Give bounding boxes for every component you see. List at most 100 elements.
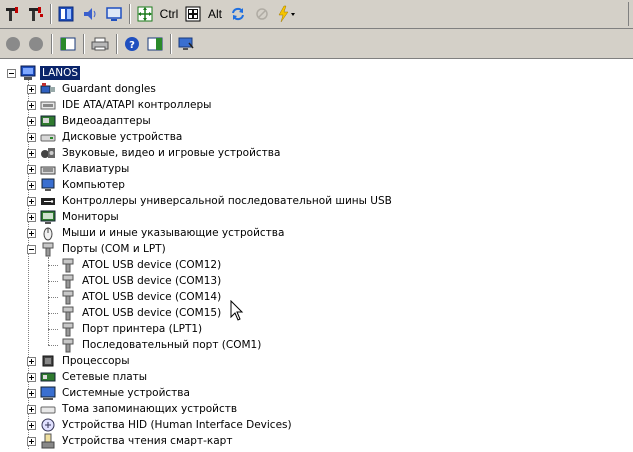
tree-category[interactable]: Дисковые устройства <box>40 129 184 145</box>
fullscreen-icon <box>137 6 153 22</box>
tree-category[interactable]: Тома запоминающих устройств <box>40 401 239 417</box>
connect-tool-button[interactable] <box>3 4 23 24</box>
properties-icon <box>147 37 163 51</box>
tree-category[interactable]: Мониторы <box>40 209 121 225</box>
disk-drive-icon <box>40 129 56 145</box>
video-adapter-icon <box>40 113 56 129</box>
tree-root-lanos[interactable]: LANOS <box>20 65 81 81</box>
tree-category[interactable]: Устройства чтения смарт-карт <box>40 433 234 449</box>
expand-toggle[interactable] <box>27 133 36 142</box>
expand-toggle[interactable] <box>27 373 36 382</box>
monitor-icon <box>40 209 56 225</box>
print-button[interactable] <box>90 34 110 54</box>
collapse-toggle[interactable] <box>27 245 36 254</box>
tree-category[interactable]: Клавиатуры <box>40 161 131 177</box>
disconnect-tool-button[interactable] <box>26 4 46 24</box>
console-tree-button[interactable] <box>58 34 78 54</box>
tree-port-item[interactable]: ATOL USB device (COM13) <box>60 273 223 289</box>
tree-item-label: Порты (COM и LPT) <box>62 243 166 255</box>
speaker-icon <box>84 8 96 20</box>
tree-category[interactable]: Guardant dongles <box>40 81 158 97</box>
tree-port-item[interactable]: Последовательный порт (COM1) <box>60 337 263 353</box>
system-device-icon <box>40 385 56 401</box>
device-tree: LANOS Guardant dongles IDE ATA/ATAPI контр… <box>0 59 633 449</box>
tree-category[interactable]: Звуковые, видео и игровые устройства <box>40 145 282 161</box>
tree-port-item[interactable]: ATOL USB device (COM15) <box>60 305 223 321</box>
tree-category[interactable]: Компьютер <box>40 177 127 193</box>
back-button[interactable] <box>3 34 23 54</box>
port-icon <box>60 305 76 321</box>
tree-category[interactable]: Контроллеры универсальной последовательн… <box>40 193 394 209</box>
scan-hardware-button[interactable] <box>176 34 196 54</box>
expand-toggle[interactable] <box>27 85 36 94</box>
storage-volume-icon <box>40 401 56 417</box>
tree-item-label: Дисковые устройства <box>62 131 183 143</box>
expand-toggle[interactable] <box>27 101 36 110</box>
tree-item-label: Мыши и иные указывающие устройства <box>62 227 285 239</box>
forward-button[interactable] <box>26 34 46 54</box>
properties-button[interactable] <box>145 34 165 54</box>
port-icon <box>40 241 56 257</box>
processor-icon <box>40 353 56 369</box>
tree-category[interactable]: Системные устройства <box>40 385 192 401</box>
tree-item-label: IDE ATA/ATAPI контроллеры <box>62 99 212 111</box>
tree-category[interactable]: Сетевые платы <box>40 369 149 385</box>
back-circle-icon <box>6 37 20 51</box>
tree-category[interactable]: Процессоры <box>40 353 132 369</box>
tree-item-label: Процессоры <box>62 355 130 367</box>
expand-toggle[interactable] <box>27 197 36 206</box>
disabled-tool-button[interactable] <box>252 4 272 24</box>
expand-toggle[interactable] <box>27 149 36 158</box>
alt-key-button[interactable]: Alt <box>205 4 225 24</box>
tree-category[interactable]: Порты (COM и LPT) <box>40 241 168 257</box>
expand-toggle[interactable] <box>27 405 36 414</box>
root-computer-icon <box>20 65 36 81</box>
tree-port-item[interactable]: Порт принтера (LPT1) <box>60 321 204 337</box>
tree-category[interactable]: Видеоадаптеры <box>40 113 153 129</box>
expand-toggle[interactable] <box>27 165 36 174</box>
expand-toggle[interactable] <box>27 437 36 446</box>
tree-category[interactable]: Устройства HID (Human Interface Devices) <box>40 417 294 433</box>
tree-port-item[interactable]: ATOL USB device (COM12) <box>60 257 223 273</box>
toolbar-edge <box>628 2 633 26</box>
volume-button[interactable] <box>80 4 100 24</box>
screen-button[interactable] <box>104 4 124 24</box>
expand-toggle[interactable] <box>27 229 36 238</box>
disabled-tool-icon <box>256 8 268 20</box>
scan-hardware-icon <box>178 37 194 50</box>
help-button[interactable]: ? <box>122 34 142 54</box>
tree-category[interactable]: Мыши и иные указывающие устройства <box>40 225 286 241</box>
network-card-icon <box>40 369 56 385</box>
tree-item-label: ATOL USB device (COM14) <box>82 291 222 303</box>
panel-view-icon <box>58 6 74 22</box>
expand-toggle[interactable] <box>27 357 36 366</box>
console-tree-icon <box>60 37 76 51</box>
tree-item-label: Компьютер <box>62 179 125 191</box>
expand-toggle[interactable] <box>27 389 36 398</box>
refresh-button[interactable] <box>228 4 248 24</box>
tree-item-label: Видеоадаптеры <box>62 115 151 127</box>
lightning-icon <box>278 5 295 23</box>
ctrl-alt-del-button[interactable] <box>183 4 203 24</box>
collapse-toggle[interactable] <box>7 69 16 78</box>
tree-item-label: Контроллеры универсальной последовательн… <box>62 195 392 207</box>
top-toolbar: Ctrl Alt <box>0 0 633 29</box>
expand-toggle[interactable] <box>27 117 36 126</box>
panel-view-button[interactable] <box>56 4 76 24</box>
screen-icon <box>106 7 122 21</box>
ide-controller-icon <box>40 97 56 113</box>
tree-port-item[interactable]: ATOL USB device (COM14) <box>60 289 223 305</box>
port-icon <box>60 273 76 289</box>
tree-connector <box>48 345 58 346</box>
sound-icon <box>40 145 56 161</box>
tree-item-label: Устройства чтения смарт-карт <box>62 435 233 447</box>
expand-toggle[interactable] <box>27 181 36 190</box>
fullscreen-button[interactable] <box>135 4 155 24</box>
expand-toggle[interactable] <box>27 421 36 430</box>
tree-category[interactable]: IDE ATA/ATAPI контроллеры <box>40 97 213 113</box>
expand-toggle[interactable] <box>27 213 36 222</box>
lightning-dropdown-button[interactable] <box>274 4 298 24</box>
tree-item-label: Порт принтера (LPT1) <box>82 323 203 335</box>
tree-item-label: Клавиатуры <box>62 163 130 175</box>
ctrl-key-button[interactable]: Ctrl <box>158 4 180 24</box>
